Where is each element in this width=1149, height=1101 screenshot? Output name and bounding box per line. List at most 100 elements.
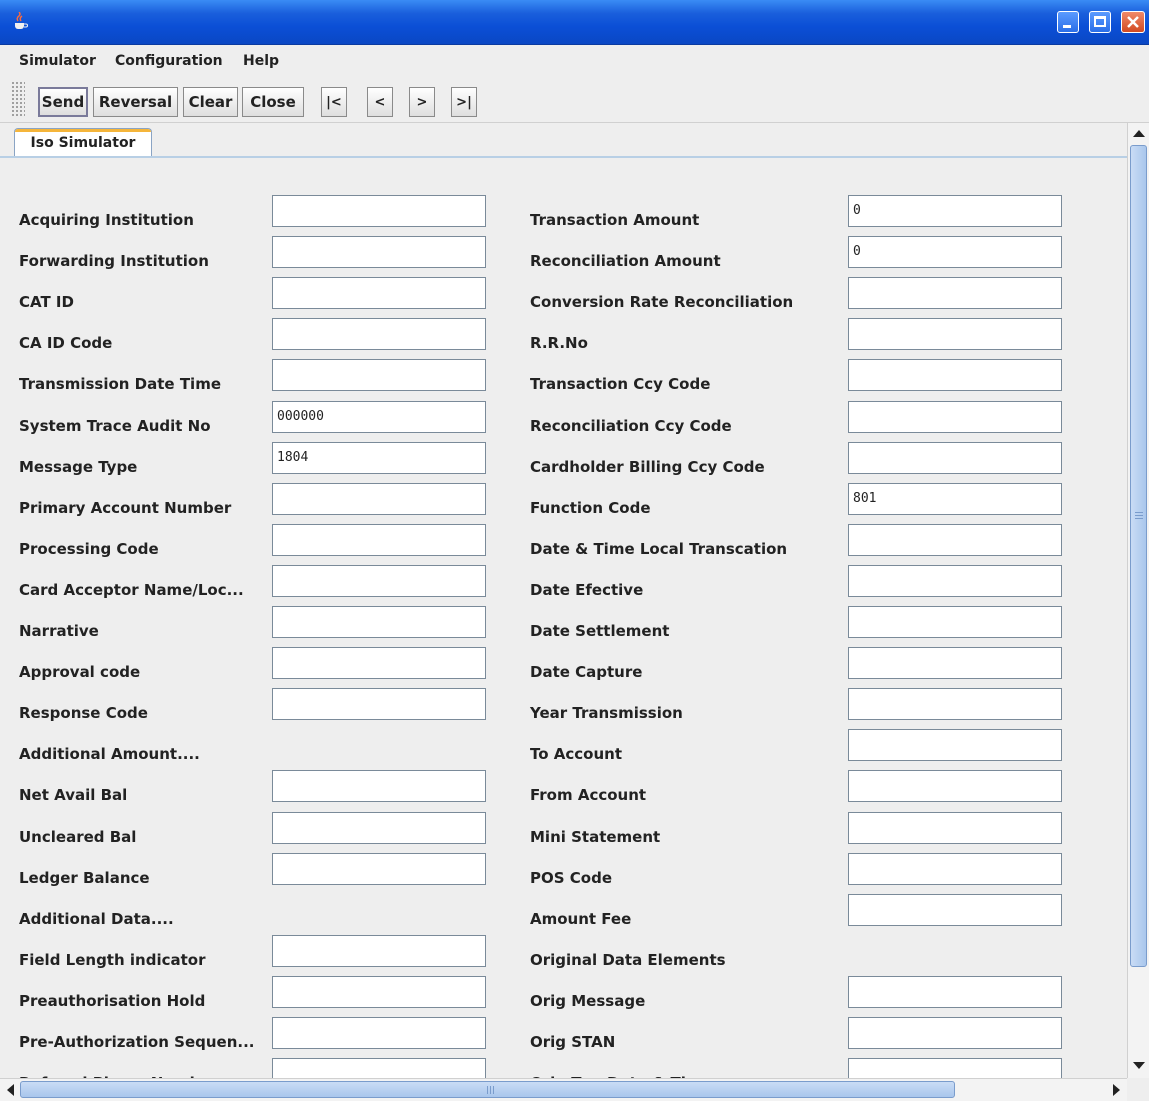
- field-label: Response Code: [19, 704, 148, 722]
- menu-configuration[interactable]: Configuration: [115, 53, 223, 69]
- clear-button[interactable]: Clear: [183, 87, 238, 117]
- text-field[interactable]: 000000: [272, 401, 486, 433]
- text-field[interactable]: [272, 853, 486, 885]
- text-field[interactable]: [848, 401, 1062, 433]
- field-label: Orig STAN: [530, 1033, 616, 1051]
- text-field[interactable]: [848, 976, 1062, 1008]
- field-label: Additional Data....: [19, 910, 174, 928]
- text-field[interactable]: [848, 442, 1062, 474]
- text-field[interactable]: [848, 359, 1062, 391]
- scrollbar-corner: [1127, 1078, 1149, 1100]
- text-field[interactable]: [848, 894, 1062, 926]
- text-field[interactable]: [272, 195, 486, 227]
- text-field[interactable]: [848, 853, 1062, 885]
- previous-record-button[interactable]: <: [367, 87, 393, 117]
- field-label: System Trace Audit No: [19, 417, 211, 435]
- field-label: Ledger Balance: [19, 869, 150, 887]
- field-label: Mini Statement: [530, 828, 661, 846]
- close-icon[interactable]: [1121, 11, 1145, 33]
- next-record-button[interactable]: >: [409, 87, 435, 117]
- text-field[interactable]: [848, 606, 1062, 638]
- text-field[interactable]: [848, 770, 1062, 802]
- field-label: Orig Message: [530, 992, 646, 1010]
- text-field[interactable]: [272, 935, 486, 967]
- toolbar-grip-handle[interactable]: [11, 81, 25, 117]
- field-label: Date Capture: [530, 663, 643, 681]
- java-coffee-cup-icon: [15, 12, 28, 29]
- close-button[interactable]: Close: [242, 87, 304, 117]
- field-label: Date Settlement: [530, 622, 670, 640]
- text-field[interactable]: [272, 359, 486, 391]
- tab-bar: Iso Simulator: [0, 123, 1127, 158]
- field-label: Transaction Amount: [530, 211, 700, 229]
- field-label: Reconciliation Amount: [530, 252, 721, 270]
- field-label: Function Code: [530, 499, 651, 517]
- reversal-button[interactable]: Reversal: [93, 87, 178, 117]
- text-field[interactable]: [272, 770, 486, 802]
- horizontal-scroll-thumb[interactable]: [20, 1081, 955, 1098]
- field-label: CAT ID: [19, 293, 74, 311]
- text-field[interactable]: 0: [848, 236, 1062, 268]
- text-field[interactable]: [272, 606, 486, 638]
- field-label: Pre-Authorization Sequen...: [19, 1033, 255, 1051]
- maximize-icon[interactable]: [1089, 11, 1111, 33]
- text-field[interactable]: 1804: [272, 442, 486, 474]
- text-field[interactable]: [272, 483, 486, 515]
- text-field[interactable]: [272, 524, 486, 556]
- first-record-button[interactable]: |<: [321, 87, 347, 117]
- field-label: Acquiring Institution: [19, 211, 194, 229]
- title-bar: [0, 0, 1149, 45]
- text-field[interactable]: [272, 236, 486, 268]
- scroll-right-arrow-icon[interactable]: [1113, 1084, 1121, 1096]
- send-button[interactable]: Send: [38, 87, 88, 117]
- scroll-up-arrow-icon[interactable]: [1133, 129, 1145, 137]
- text-field[interactable]: [272, 976, 486, 1008]
- text-field[interactable]: [848, 688, 1062, 720]
- text-field[interactable]: [272, 565, 486, 597]
- text-field[interactable]: [272, 688, 486, 720]
- vertical-scrollbar[interactable]: [1127, 123, 1149, 1078]
- text-field[interactable]: [848, 812, 1062, 844]
- text-field[interactable]: [272, 812, 486, 844]
- field-label: Reconciliation Ccy Code: [530, 417, 732, 435]
- text-field[interactable]: [272, 1058, 486, 1078]
- text-field[interactable]: [848, 1017, 1062, 1049]
- text-field[interactable]: [272, 1017, 486, 1049]
- field-label: To Account: [530, 745, 622, 763]
- menu-simulator[interactable]: Simulator: [19, 53, 96, 69]
- field-label: Date & Time Local Transcation: [530, 540, 788, 558]
- text-field[interactable]: [272, 277, 486, 309]
- field-label: Original Data Elements: [530, 951, 726, 969]
- field-label: CA ID Code: [19, 334, 113, 352]
- horizontal-scrollbar[interactable]: [0, 1078, 1127, 1101]
- field-label: POS Code: [530, 869, 612, 887]
- text-field[interactable]: [272, 647, 486, 679]
- text-field[interactable]: [848, 1058, 1062, 1078]
- scroll-down-arrow-icon[interactable]: [1133, 1062, 1145, 1070]
- menu-bar: Simulator Configuration Help: [0, 45, 1149, 77]
- tab-iso-simulator[interactable]: Iso Simulator: [14, 128, 152, 156]
- text-field[interactable]: 801: [848, 483, 1062, 515]
- field-label: Card Acceptor Name/Loc...: [19, 581, 244, 599]
- field-label: Transmission Date Time: [19, 375, 222, 393]
- toolbar: Send Reversal Clear Close |< < > >|: [0, 78, 1149, 123]
- menu-help[interactable]: Help: [243, 53, 279, 69]
- field-label: Conversion Rate Reconciliation: [530, 293, 794, 311]
- scroll-left-arrow-icon[interactable]: [6, 1084, 14, 1096]
- text-field[interactable]: [848, 565, 1062, 597]
- text-field[interactable]: [848, 277, 1062, 309]
- vertical-scroll-thumb[interactable]: [1130, 145, 1147, 967]
- last-record-button[interactable]: >|: [451, 87, 477, 117]
- field-label: Field Length indicator: [19, 951, 206, 969]
- field-label: From Account: [530, 786, 647, 804]
- text-field[interactable]: 0: [848, 195, 1062, 227]
- minimize-icon[interactable]: [1057, 11, 1079, 33]
- field-label: Net Avail Bal: [19, 786, 128, 804]
- field-label: Uncleared Bal: [19, 828, 137, 846]
- text-field[interactable]: [848, 729, 1062, 761]
- field-label: Processing Code: [19, 540, 159, 558]
- text-field[interactable]: [848, 524, 1062, 556]
- text-field[interactable]: [848, 647, 1062, 679]
- text-field[interactable]: [272, 318, 486, 350]
- text-field[interactable]: [848, 318, 1062, 350]
